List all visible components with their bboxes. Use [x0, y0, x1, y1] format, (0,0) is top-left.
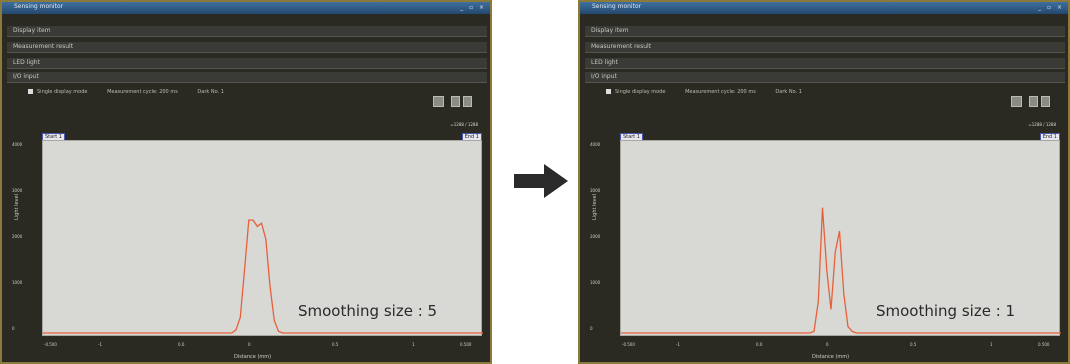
- smoothing-caption: Smoothing size : 1: [876, 302, 1016, 320]
- x-edge-left: -0.500: [622, 342, 635, 347]
- x-tick: 0: [248, 342, 251, 347]
- x-tick: -1: [98, 342, 102, 347]
- x-tick: 0.0: [178, 342, 185, 347]
- y-tick: 0: [12, 326, 15, 331]
- window-titlebar[interactable]: Sensing monitor _ ▫ ×: [580, 2, 1068, 14]
- measurement-cycle-label: Measurement cycle: 200 ms: [107, 89, 178, 95]
- cursor-readout: =1288 / 1288: [1028, 122, 1056, 127]
- x-axis-label: Distance (mm): [234, 354, 272, 360]
- zoom-out-button[interactable]: [463, 96, 472, 107]
- section-measurement-result[interactable]: Measurement result: [585, 42, 1065, 53]
- x-tick: 0.5: [332, 342, 339, 347]
- x-axis-label: Distance (mm): [812, 354, 850, 360]
- y-axis-label: Light level: [592, 194, 598, 220]
- section-label: I/O input: [591, 73, 617, 80]
- comparison-stage: Sensing monitor _ ▫ × Display item Measu…: [0, 0, 1070, 364]
- x-tick: 0.0: [756, 342, 763, 347]
- window-controls[interactable]: _ ▫ ×: [460, 4, 486, 11]
- section-label: LED light: [591, 59, 618, 66]
- y-tick: 1000: [12, 280, 23, 285]
- y-tick: 1000: [590, 280, 601, 285]
- section-led-light[interactable]: LED light: [7, 58, 487, 69]
- section-label: I/O input: [13, 73, 39, 80]
- section-display-item[interactable]: Display item: [585, 26, 1065, 37]
- cursor-readout: =1288 / 1288: [450, 122, 478, 127]
- zoom-in-button[interactable]: [451, 96, 460, 107]
- window-title: Sensing monitor: [14, 3, 64, 10]
- display-options: Single display mode Measurement cycle: 2…: [28, 89, 242, 99]
- right-arrow-icon: [514, 164, 568, 198]
- sensing-monitor-panel-smoothing-5: Sensing monitor _ ▫ × Display item Measu…: [0, 0, 492, 364]
- sensing-monitor-panel-smoothing-1: Sensing monitor _ ▫ × Display item Measu…: [578, 0, 1070, 364]
- zoom-in-button[interactable]: [1029, 96, 1038, 107]
- graph-tool-button[interactable]: [1011, 96, 1022, 107]
- single-display-checkbox[interactable]: Single display mode: [606, 89, 665, 95]
- y-tick: 0: [590, 326, 593, 331]
- y-tick: 4000: [590, 142, 601, 147]
- smoothing-caption: Smoothing size : 5: [298, 302, 438, 320]
- x-tick: 0.5: [910, 342, 917, 347]
- section-label: Display item: [591, 27, 629, 34]
- dark-no-label: Dark No. 1: [775, 89, 802, 95]
- x-tick: -1: [676, 342, 680, 347]
- x-edge-right: 0.500: [460, 342, 472, 347]
- section-display-item[interactable]: Display item: [7, 26, 487, 37]
- single-display-label: Single display mode: [615, 89, 666, 95]
- x-tick: 1: [990, 342, 993, 347]
- section-led-light[interactable]: LED light: [585, 58, 1065, 69]
- checkbox-icon[interactable]: [606, 89, 611, 94]
- section-label: Measurement result: [591, 43, 652, 50]
- y-tick: 2000: [12, 234, 23, 239]
- x-edge-left: -0.500: [44, 342, 57, 347]
- x-edge-right: 0.500: [1038, 342, 1050, 347]
- y-axis-label: Light level: [14, 194, 20, 220]
- section-label: Measurement result: [13, 43, 74, 50]
- section-label: Display item: [13, 27, 51, 34]
- dark-no-label: Dark No. 1: [197, 89, 224, 95]
- y-tick: 3000: [590, 188, 601, 193]
- display-options: Single display mode Measurement cycle: 2…: [606, 89, 820, 99]
- window-controls[interactable]: _ ▫ ×: [1038, 4, 1064, 11]
- x-tick: 0: [826, 342, 829, 347]
- checkbox-icon[interactable]: [28, 89, 33, 94]
- window-titlebar[interactable]: Sensing monitor _ ▫ ×: [2, 2, 490, 14]
- section-io-input[interactable]: I/O input: [585, 72, 1065, 83]
- y-tick: 3000: [12, 188, 23, 193]
- y-tick: 4000: [12, 142, 23, 147]
- section-io-input[interactable]: I/O input: [7, 72, 487, 83]
- window-title: Sensing monitor: [592, 3, 642, 10]
- y-tick: 2000: [590, 234, 601, 239]
- single-display-label: Single display mode: [37, 89, 88, 95]
- section-measurement-result[interactable]: Measurement result: [7, 42, 487, 53]
- graph-tool-button[interactable]: [433, 96, 444, 107]
- single-display-checkbox[interactable]: Single display mode: [28, 89, 87, 95]
- measurement-cycle-label: Measurement cycle: 200 ms: [685, 89, 756, 95]
- section-label: LED light: [13, 59, 40, 66]
- x-tick: 1: [412, 342, 415, 347]
- zoom-out-button[interactable]: [1041, 96, 1050, 107]
